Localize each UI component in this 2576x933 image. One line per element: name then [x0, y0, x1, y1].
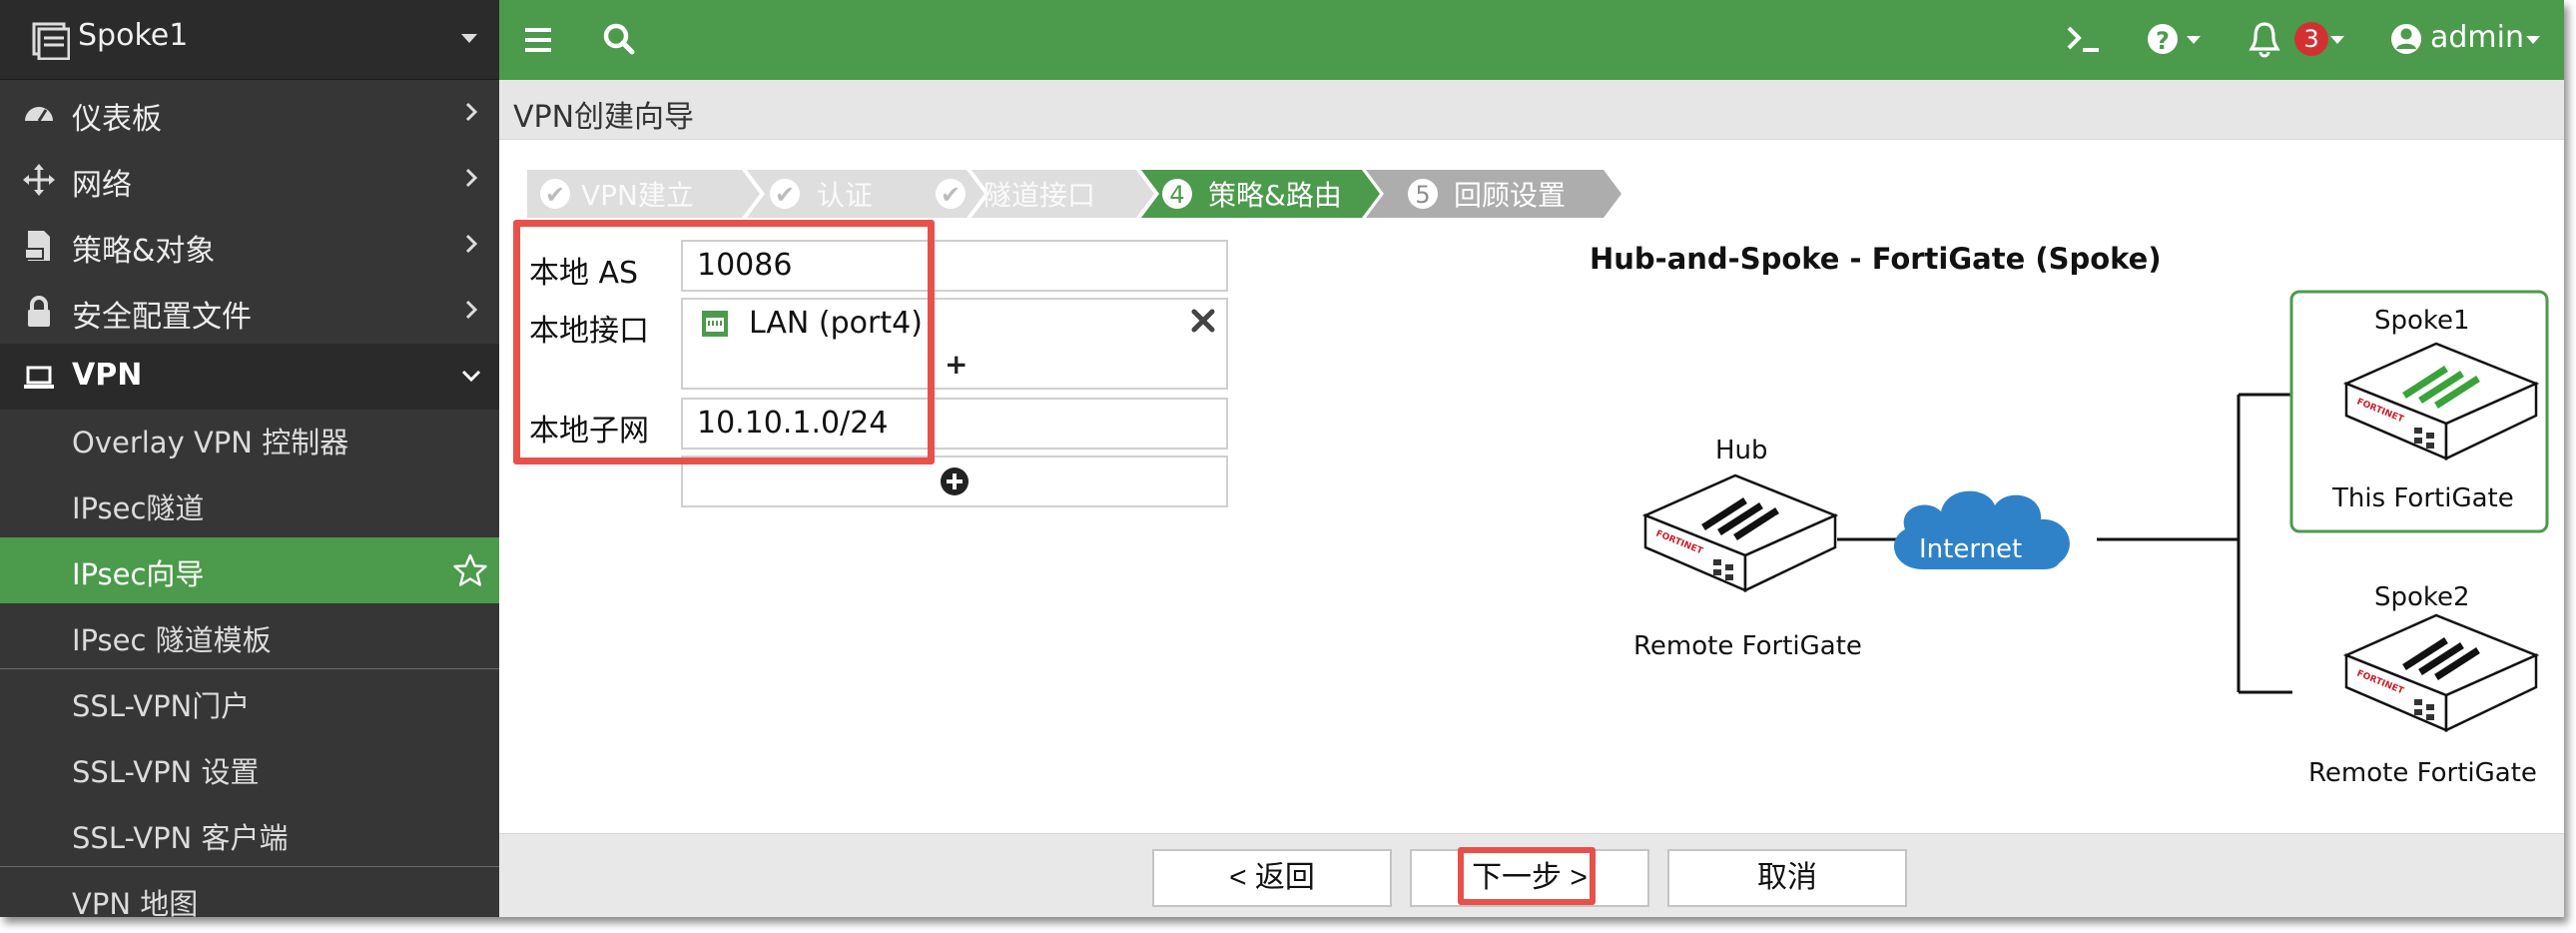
sidebar-item-policy[interactable]: 策略&对象	[0, 212, 499, 278]
diagram-title: Hub-and-Spoke - FortiGate (Spoke)	[1590, 242, 2162, 276]
sidebar-item-label: SSL-VPN 设置	[72, 755, 260, 789]
sidebar-item-security-profiles[interactable]: 安全配置文件	[0, 278, 499, 344]
sidebar-item-label: 策略&对象	[72, 234, 216, 269]
dashboard-icon	[25, 107, 53, 122]
wizard-step-number: 5	[1415, 181, 1430, 209]
sidebar: Spoke1 仪表板 网络 策略&对象 安全配置文件 VPN Overlay V…	[0, 0, 499, 917]
spoke2-label: Spoke2	[2374, 582, 2470, 612]
wizard-step-label: 认证	[817, 179, 873, 212]
bell-icon[interactable]	[2245, 0, 2284, 80]
wizard-step-check-icon: ✔	[941, 181, 961, 209]
add-circle-icon[interactable]	[940, 466, 969, 496]
sidebar-item-network[interactable]: 网络	[0, 146, 499, 212]
internet-label: Internet	[1919, 534, 2023, 564]
sidebar-item-label: VPN	[72, 358, 143, 393]
chevron-right-icon	[465, 168, 478, 188]
network-icon	[23, 164, 55, 196]
laptop-icon	[24, 366, 54, 389]
sidebar-item-label: VPN 地图	[72, 887, 199, 917]
wizard-step-label: 隧道接口	[983, 179, 1095, 212]
sidebar-item-vpn[interactable]: VPN	[0, 344, 499, 410]
user-name[interactable]: admin	[2430, 20, 2524, 55]
back-button[interactable]: < 返回	[1152, 849, 1392, 907]
policy-icon	[24, 231, 50, 261]
wizard-step-check-icon: ✔	[775, 181, 795, 209]
device-selector[interactable]: Spoke1	[0, 0, 499, 80]
user-avatar-icon[interactable]	[2388, 0, 2424, 80]
app-window: Spoke1 仪表板 网络 策略&对象 安全配置文件 VPN Overlay V…	[0, 0, 2564, 917]
star-icon[interactable]	[453, 553, 487, 587]
sidebar-item-ssl-vpn-portals[interactable]: SSL-VPN门户	[0, 669, 499, 735]
lock-icon	[28, 296, 50, 327]
wizard-step-label: 回顾设置	[1454, 179, 1566, 212]
spoke1-label: Spoke1	[2374, 306, 2470, 336]
sidebar-item-label: 仪表板	[72, 102, 162, 137]
sidebar-item-label: 网络	[72, 168, 132, 203]
highlight-box	[513, 220, 935, 465]
sidebar-item-label: SSL-VPN门户	[72, 689, 251, 723]
chevron-right-icon	[465, 300, 478, 320]
hub-label: Hub	[1715, 436, 1768, 466]
breadcrumb: VPN创建向导	[499, 80, 2564, 140]
chevron-down-icon	[2526, 36, 2540, 44]
sidebar-item-label: IPsec向导	[72, 557, 205, 591]
notification-badge: 3	[2294, 22, 2328, 56]
fortigate-device-icon	[32, 22, 70, 60]
hub-spoke-diagram: FORTINET FORTINET FORTINET	[1641, 290, 2549, 732]
sidebar-item-label: IPsec 隧道模板	[72, 623, 272, 657]
chevron-right-icon	[465, 102, 478, 122]
add-interface-button[interactable]: +	[945, 348, 967, 381]
chevron-down-icon	[461, 34, 477, 43]
spoke2-fortigate-device-icon: FORTINET	[2342, 613, 2540, 732]
cancel-button[interactable]: 取消	[1667, 849, 1907, 907]
wizard-step-label: 策略&路由	[1208, 179, 1342, 212]
chevron-right-icon	[465, 234, 478, 254]
spoke2-caption: Remote FortiGate	[2308, 758, 2537, 788]
wizard-step-check-icon: ✔	[545, 181, 565, 209]
sidebar-item-dashboard[interactable]: 仪表板	[0, 80, 499, 146]
wizard-step-number: 4	[1169, 181, 1184, 209]
hub-caption: Remote FortiGate	[1633, 631, 1862, 661]
sidebar-item-ssl-vpn-clients[interactable]: SSL-VPN 客户端	[0, 801, 499, 867]
sidebar-item-label: SSL-VPN 客户端	[72, 821, 289, 855]
spoke1-caption: This FortiGate	[2332, 483, 2514, 513]
sidebar-item-label: IPsec隧道	[72, 491, 205, 525]
sidebar-item-label: Overlay VPN 控制器	[72, 426, 349, 460]
sidebar-item-overlay-vpn-controller[interactable]: Overlay VPN 控制器	[0, 406, 499, 471]
highlight-box	[1458, 847, 1596, 905]
sidebar-item-label: 安全配置文件	[72, 300, 252, 335]
sidebar-item-ssl-vpn-settings[interactable]: SSL-VPN 设置	[0, 735, 499, 801]
remove-icon[interactable]	[1190, 308, 1216, 334]
hub-fortigate-device-icon: FORTINET	[1641, 473, 1839, 592]
wizard-step-label: VPN建立	[581, 179, 694, 212]
chevron-down-icon	[2330, 36, 2344, 44]
wizard-steps: ✔ VPN建立 ✔ 认证 ✔ 隧道接口 4 策略&路由 5 回顾设置	[527, 170, 1621, 218]
hamburger-menu-icon[interactable]	[519, 0, 559, 80]
wizard-step-vpn-setup[interactable]: ✔ VPN建立	[527, 170, 760, 218]
page-title: VPN创建向导	[513, 100, 695, 135]
chevron-down-icon	[2187, 36, 2201, 44]
device-name: Spoke1	[78, 18, 189, 53]
help-icon[interactable]: ?	[2143, 0, 2183, 80]
wizard-step-review[interactable]: 5 回顾设置	[1366, 170, 1621, 218]
chevron-down-icon	[461, 370, 481, 383]
sidebar-item-vpn-map[interactable]: VPN 地图	[0, 867, 499, 917]
cli-console-icon[interactable]	[2063, 0, 2107, 80]
wizard-step-policy-routing[interactable]: 4 策略&路由	[1141, 170, 1380, 218]
svg-text:?: ?	[2156, 27, 2170, 55]
sidebar-item-ipsec-wizard[interactable]: IPsec向导	[0, 537, 499, 603]
sidebar-item-ipsec-tunnels[interactable]: IPsec隧道	[0, 471, 499, 537]
sidebar-item-ipsec-tunnel-template[interactable]: IPsec 隧道模板	[0, 603, 499, 669]
search-icon[interactable]	[599, 0, 639, 80]
